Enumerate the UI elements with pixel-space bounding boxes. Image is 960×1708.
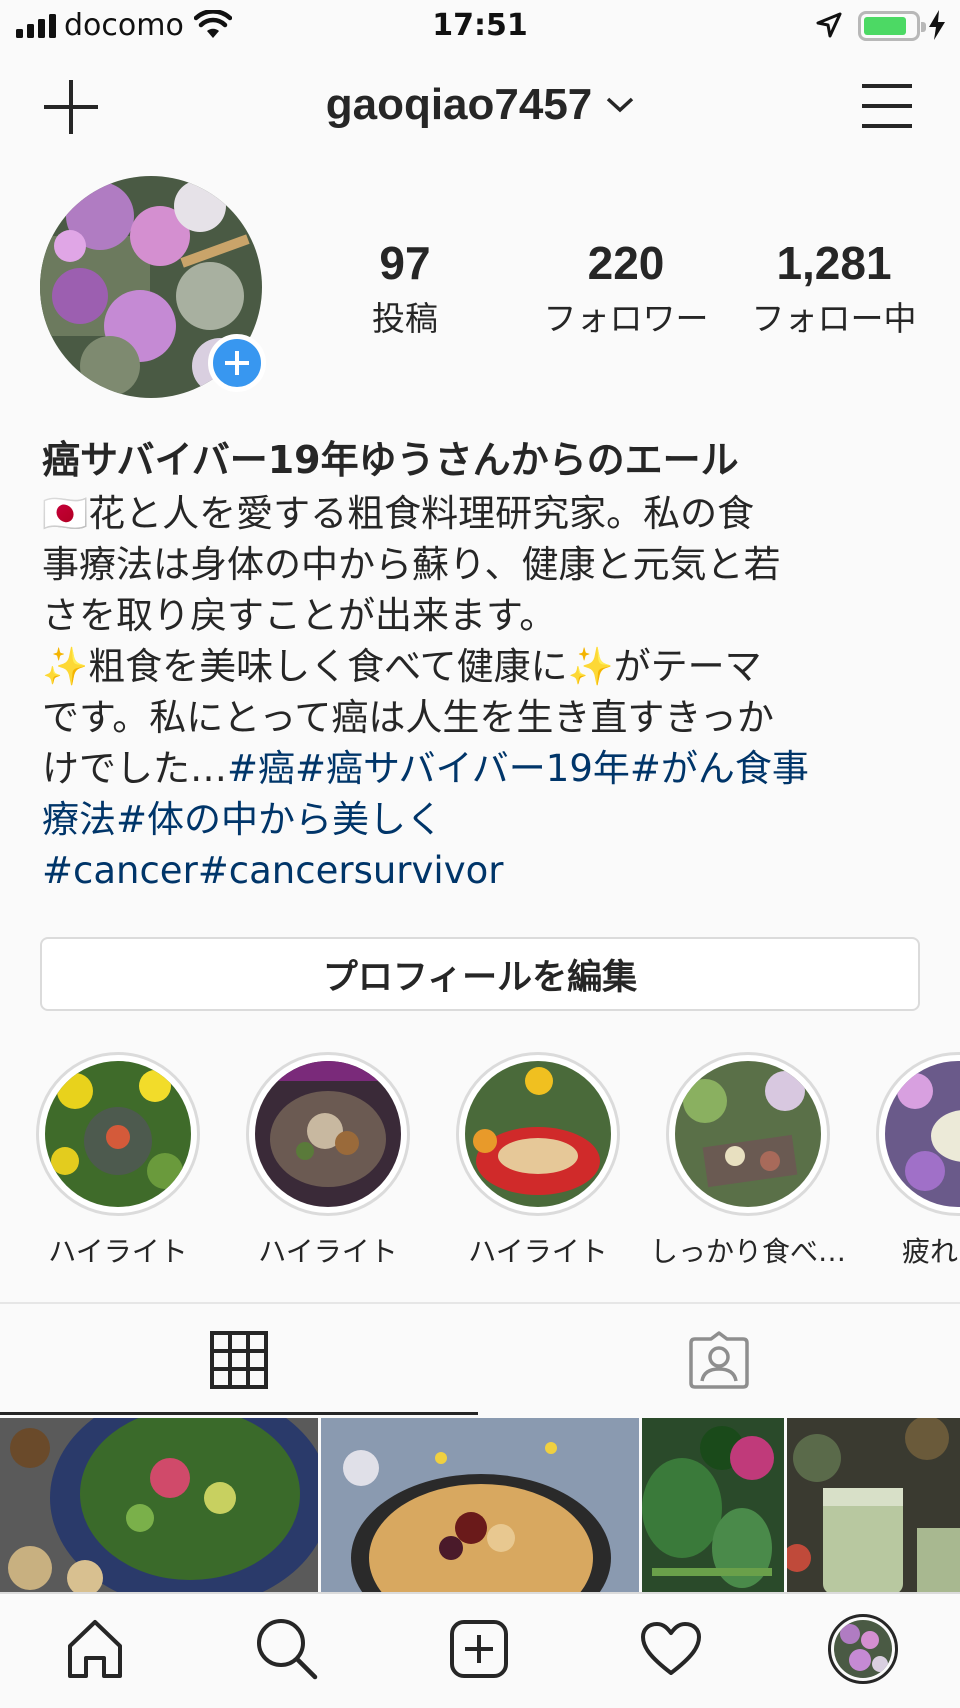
highlight-cover (675, 1061, 821, 1207)
plus-icon (225, 351, 249, 375)
account-switcher[interactable]: gaoqiao7457 (0, 80, 960, 130)
profile-header: gaoqiao7457 (0, 60, 960, 160)
chevron-down-icon (607, 97, 634, 113)
battery-icon (858, 11, 926, 41)
post-thumbnail[interactable] (321, 1418, 639, 1594)
highlight-cover (885, 1061, 960, 1207)
search-icon (257, 1619, 318, 1680)
username: gaoqiao7457 (325, 80, 593, 129)
posts-count[interactable]: 97 投稿 (320, 236, 490, 340)
hashtag-link[interactable]: 療法#体の中から美しく (42, 794, 922, 845)
highlight-item[interactable]: ハイライト (433, 1052, 643, 1270)
post-thumbnail[interactable] (787, 1418, 960, 1594)
new-post-icon (450, 1620, 508, 1678)
grid-icon (210, 1331, 268, 1389)
post-thumbnail[interactable] (642, 1418, 784, 1594)
nav-search[interactable] (252, 1614, 322, 1684)
highlight-cover (465, 1061, 611, 1207)
nav-profile-avatar[interactable] (828, 1614, 898, 1684)
highlight-cover (255, 1061, 401, 1207)
post-grid (0, 1418, 960, 1594)
home-icon (68, 1620, 122, 1678)
nav-activity[interactable] (636, 1614, 706, 1684)
tab-tagged[interactable] (478, 1304, 960, 1416)
bottom-navigation (0, 1592, 960, 1708)
hashtag-link[interactable]: #cancer#cancersurvivor (42, 845, 922, 896)
highlight-cover (45, 1061, 191, 1207)
hamburger-menu-icon[interactable] (860, 82, 914, 130)
post-thumbnail[interactable] (0, 1418, 318, 1594)
location-arrow-icon (816, 12, 842, 38)
nav-home[interactable] (60, 1614, 130, 1684)
tab-grid-view[interactable] (0, 1304, 478, 1416)
followers-count[interactable]: 220 フォロワー (516, 236, 736, 340)
edit-profile-button[interactable]: プロフィールを編集 (40, 937, 920, 1011)
following-count[interactable]: 1,281 フォロー中 (724, 236, 944, 340)
heart-icon (641, 1622, 701, 1675)
active-tab-indicator (0, 1412, 478, 1415)
charging-bolt-icon (929, 10, 945, 40)
profile-bio: 癌サバイバー19年ゆうさんからのエール 🇯🇵花と人を愛する粗食料理研究家。私の食… (42, 436, 922, 896)
highlight-item[interactable]: 疲れた時 (853, 1052, 960, 1270)
display-name: 癌サバイバー19年ゆうさんからのエール (42, 438, 739, 482)
tagged-person-icon (689, 1331, 749, 1389)
nav-new-post[interactable] (444, 1614, 514, 1684)
hashtag-link[interactable]: #癌#癌サバイバー19年#がん食事 (227, 747, 809, 790)
status-bar: docomo 17:51 (0, 0, 960, 54)
highlight-item[interactable]: ハイライト (223, 1052, 433, 1270)
bio-text: 🇯🇵花と人を愛する粗食料理研究家。私の食 事療法は身体の中から蘇り、健康と元気と… (42, 488, 922, 896)
story-highlights: ハイライト ハイライト ハイライト しっかり食べ… 疲れた時 (0, 1052, 960, 1272)
profile-stats: 97 投稿 220 フォロワー 1,281 フォロー中 (320, 236, 930, 346)
highlight-item[interactable]: ハイライト (13, 1052, 223, 1270)
add-story-button[interactable] (208, 334, 266, 392)
highlight-item[interactable]: しっかり食べ… (643, 1052, 853, 1270)
